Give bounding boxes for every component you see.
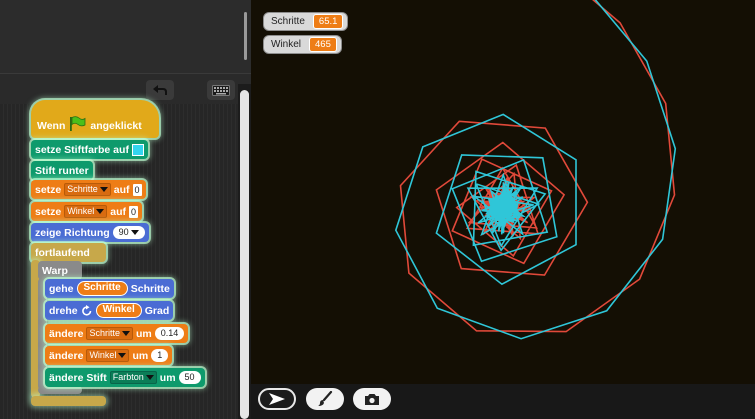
when-flag-clicked-block[interactable]: Wenn angeklickt — [31, 100, 159, 138]
set-schritte-block[interactable]: setze Schritte auf 0 — [31, 180, 146, 199]
pen-param-dropdown[interactable]: Farbton — [109, 371, 157, 384]
winkel-reporter[interactable]: Winkel — [95, 303, 142, 318]
point-direction-block[interactable]: zeige Richtung 90 — [31, 223, 149, 242]
set-winkel-block[interactable]: setze Winkel auf 0 — [31, 202, 143, 221]
chevron-down-icon — [99, 187, 108, 192]
change-label: ändere — [49, 327, 84, 340]
scripts-scrollbar-thumb[interactable] — [240, 90, 249, 419]
stage[interactable] — [251, 0, 755, 384]
warp-block-foot — [38, 386, 82, 394]
watcher-label: Schritte — [271, 16, 305, 27]
script-editor-panel: Wenn angeklickt setze Stiftfarbe auf Sti… — [0, 0, 251, 419]
pointer-tool-button[interactable] — [258, 388, 296, 410]
change-pen-label: ändere Stift — [49, 371, 107, 384]
direction-value: 90 — [118, 227, 129, 237]
forever-block-foot — [31, 396, 106, 406]
green-flag-icon — [70, 116, 86, 131]
move-label: gehe — [49, 282, 74, 295]
chevron-down-icon — [96, 209, 105, 214]
camera-icon — [365, 393, 379, 405]
variable-dropdown[interactable]: Winkel — [86, 349, 130, 362]
warp-label: Warp — [42, 264, 68, 277]
move-suffix: Schritte — [130, 282, 170, 295]
value-input[interactable]: 50 — [178, 371, 201, 384]
turn-clockwise-icon — [81, 304, 91, 316]
watcher-label: Winkel — [271, 39, 302, 50]
change-schritte-block[interactable]: ändere Schritte um 0.14 — [45, 324, 189, 343]
variable-dropdown[interactable]: Schritte — [64, 183, 111, 196]
by-label: um — [159, 371, 176, 384]
turn-label: drehe — [49, 304, 78, 317]
value-input[interactable]: 0.14 — [154, 327, 185, 340]
point-direction-label: zeige Richtung — [35, 226, 110, 239]
schritte-reporter[interactable]: Schritte — [76, 281, 128, 296]
variable-name: Winkel — [89, 350, 117, 360]
change-label: ändere — [49, 349, 84, 362]
move-steps-block[interactable]: gehe Schritte Schritte — [45, 279, 174, 298]
set-label: setze — [35, 183, 62, 196]
variable-watcher-schritte[interactable]: Schritte 65.1 — [263, 12, 349, 31]
chevron-down-icon — [130, 230, 139, 235]
set-label: setze — [35, 205, 62, 218]
to-label: auf — [113, 183, 130, 196]
undo-button[interactable] — [146, 80, 174, 100]
pointer-icon — [269, 393, 285, 405]
turn-suffix: Grad — [144, 304, 170, 317]
watcher-value: 465 — [309, 37, 337, 52]
hat-label-2: angeklickt — [90, 120, 142, 132]
editor-top-area — [0, 0, 251, 74]
direction-input[interactable]: 90 — [112, 226, 145, 239]
forever-block[interactable]: fortlaufend — [31, 243, 106, 262]
pen-tool-button[interactable] — [306, 388, 344, 410]
brush-icon — [318, 391, 333, 406]
camera-button[interactable] — [353, 388, 391, 410]
variable-dropdown[interactable]: Schritte — [86, 327, 133, 340]
pane-splitter-handle[interactable] — [244, 12, 247, 60]
warp-block[interactable]: Warp — [38, 261, 82, 280]
variable-name: Schritte — [89, 328, 120, 338]
change-winkel-block[interactable]: ändere Winkel um 1 — [45, 346, 173, 365]
pen-color-swatch[interactable] — [131, 143, 144, 156]
chevron-down-icon — [145, 375, 154, 380]
watcher-value: 65.1 — [312, 14, 344, 29]
keyboard-entry-button[interactable] — [207, 80, 235, 100]
pen-param-name: Farbton — [112, 372, 144, 382]
pen-down-label: Stift runter — [35, 164, 89, 177]
keyboard-icon — [212, 84, 230, 96]
variable-name: Schritte — [67, 184, 98, 194]
variable-dropdown[interactable]: Winkel — [64, 205, 108, 218]
value-input[interactable]: 0 — [132, 183, 142, 196]
hat-label: Wenn — [37, 120, 66, 132]
undo-icon — [153, 85, 167, 95]
to-label: auf — [110, 205, 127, 218]
value-input[interactable]: 0 — [129, 205, 139, 218]
by-label: um — [135, 327, 152, 340]
change-pen-param-block[interactable]: ändere Stift Farbton um 50 — [45, 368, 205, 387]
chevron-down-icon — [118, 353, 127, 358]
pen-spiral-drawing — [394, 0, 677, 340]
pen-down-block[interactable]: Stift runter — [31, 161, 93, 180]
variable-name: Winkel — [67, 206, 95, 216]
forever-label: fortlaufend — [35, 246, 90, 259]
set-pen-color-label: setze Stiftfarbe auf — [35, 143, 129, 156]
turn-block[interactable]: drehe Winkel Grad — [45, 301, 174, 320]
set-pen-color-block[interactable]: setze Stiftfarbe auf — [31, 140, 148, 159]
variable-watcher-winkel[interactable]: Winkel 465 — [263, 35, 342, 54]
by-label: um — [132, 349, 149, 362]
value-input[interactable]: 1 — [151, 349, 169, 362]
chevron-down-icon — [121, 331, 130, 336]
